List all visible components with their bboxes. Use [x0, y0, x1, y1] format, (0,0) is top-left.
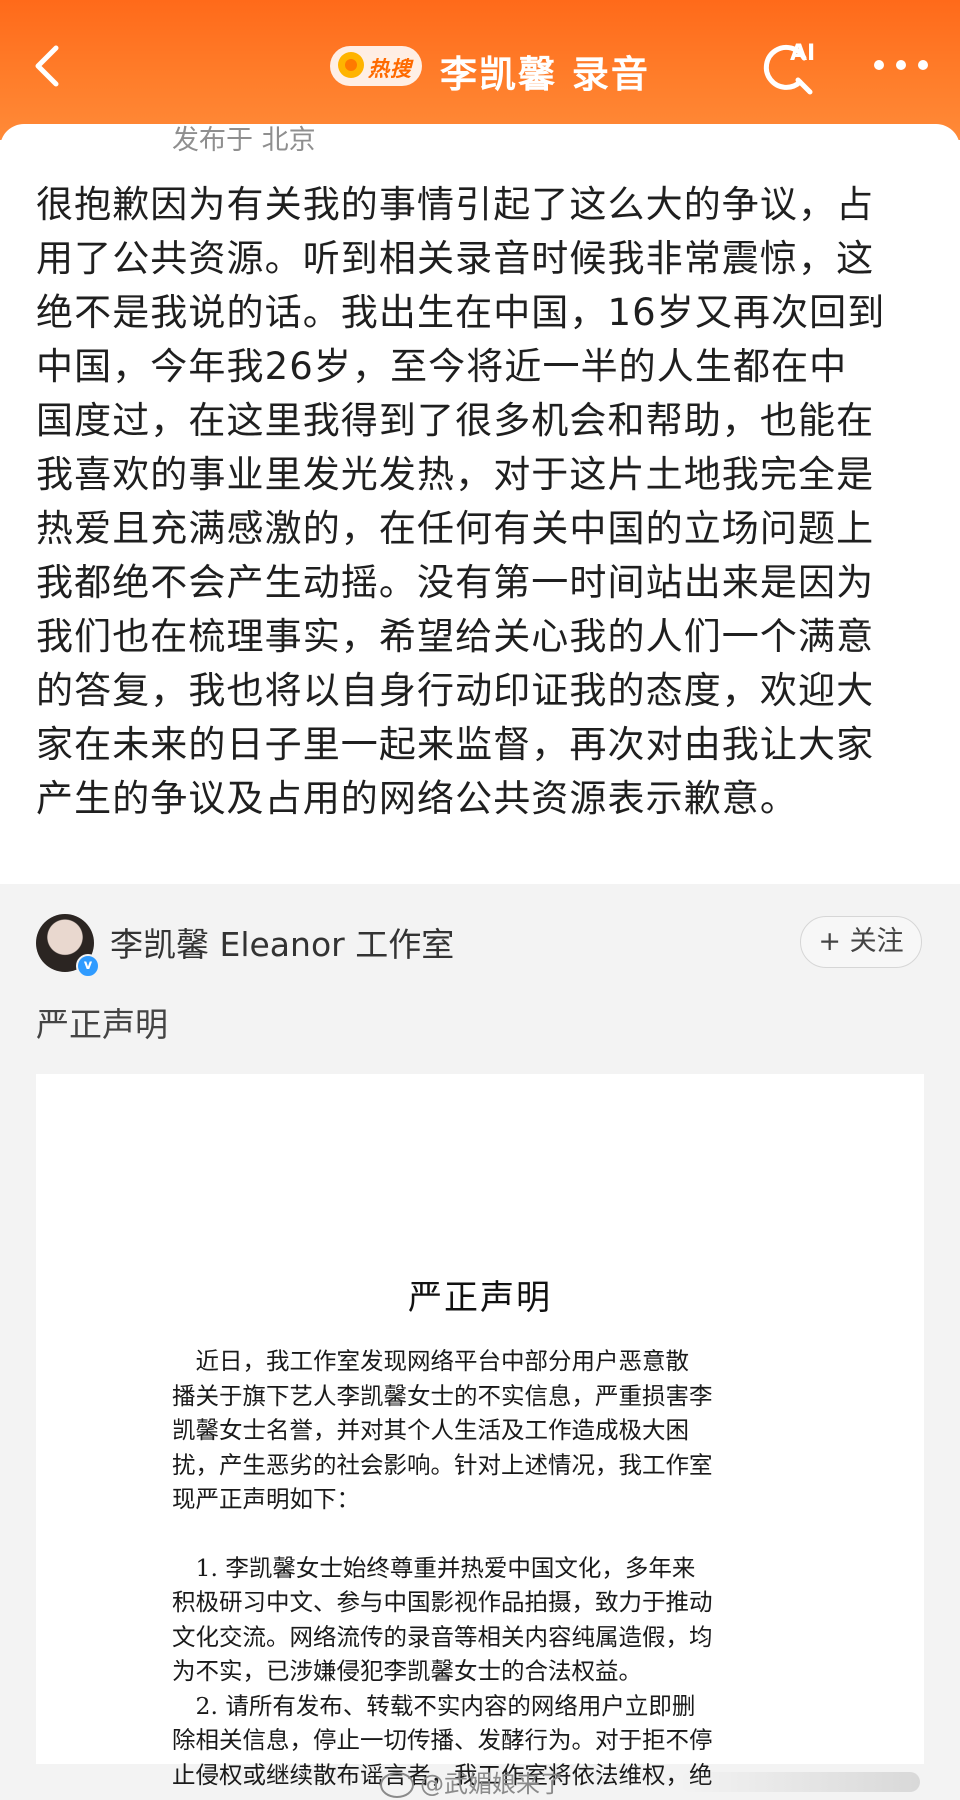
- post-line: 绝不是我说的话。我出生在中国，16岁又再次回到: [36, 291, 886, 334]
- top-navigation-bar: 热搜 李凯馨 录音 AI: [0, 0, 960, 140]
- post-line: 我们也在梳理事实，希望给关心我的人们一个满意: [36, 615, 875, 658]
- post-line: 中国，今年我26岁，至今将近一半的人生都在中: [36, 345, 848, 388]
- post-location: 发布于 北京: [172, 125, 316, 156]
- document-line: 播关于旗下艺人李凯馨女士的不实信息，严重损害李: [172, 1381, 713, 1410]
- document-heading: 严正声明: [408, 1278, 552, 1318]
- more-dot-icon: [918, 60, 928, 70]
- post-line: 家在未来的日子里一起来监督，再次对由我让大家: [36, 723, 875, 766]
- document-line: 为不实，已涉嫌侵犯李凯馨女士的合法权益。: [172, 1657, 642, 1685]
- document-line: 除相关信息，停止一切传播、发酵行为。对于拒不停: [172, 1726, 713, 1754]
- more-dot-icon: [896, 60, 906, 70]
- post-body: 很抱歉因为有关我的事情引起了这么大的争议，占 用了公共资源。听到相关录音时候我非…: [36, 178, 936, 826]
- statement-image[interactable]: 严正声明 近日，我工作室发现网络平台中部分用户恶意散 播关于旗下艺人李凯馨女士的…: [36, 1074, 924, 1789]
- document-line: 文化交流。网络流传的录音等相关内容纯属造假，均: [172, 1622, 713, 1651]
- post-line: 我都绝不会产生动摇。没有第一时间站出来是因为: [36, 561, 875, 604]
- hot-search-label: 热搜: [368, 57, 412, 81]
- post-line: 国度过，在这里我得到了很多机会和帮助，也能在: [36, 399, 875, 442]
- document-line: 近日，我工作室发现网络平台中部分用户恶意散: [172, 1347, 689, 1375]
- back-button[interactable]: [22, 38, 78, 94]
- verified-badge-icon: v: [76, 954, 100, 978]
- weibo-logo-icon: [380, 1772, 414, 1798]
- post-line: 很抱歉因为有关我的事情引起了这么大的争议，占: [36, 183, 875, 226]
- flame-icon: [338, 52, 364, 78]
- post-line: 我喜欢的事业里发光发热，对于这片土地我完全是: [36, 453, 875, 496]
- follow-button[interactable]: + 关注: [800, 916, 922, 968]
- document-line: 扰，产生恶劣的社会影响。针对上述情况，我工作室: [172, 1450, 713, 1479]
- post-line: 热爱且充满感激的，在任何有关中国的立场问题上: [36, 507, 875, 550]
- ai-label: AI: [790, 41, 815, 66]
- document-line: 积极研习中文、参与中国影视作品拍摄，致力于推动: [172, 1588, 713, 1616]
- blurred-overlay: [680, 1772, 920, 1792]
- document-line: [172, 1517, 832, 1551]
- document-line: 凯馨女士名誉，并对其个人生活及工作造成极大困: [172, 1416, 689, 1444]
- chevron-left-icon: [35, 45, 59, 87]
- post-line: 的答复，我也将以自身行动印证我的态度，欢迎大: [36, 669, 875, 712]
- repost-text: 严正声明: [36, 1005, 168, 1044]
- more-options-button[interactable]: [872, 56, 930, 76]
- repost-author-name[interactable]: 李凯馨 Eleanor 工作室: [110, 918, 454, 966]
- document-line: 1. 李凯馨女士始终尊重并热爱中国文化，多年来: [172, 1553, 696, 1582]
- document-line: 现严正声明如下：: [172, 1485, 360, 1513]
- post-line: 产生的争议及占用的网络公共资源表示歉意。: [36, 777, 798, 820]
- hot-search-badge[interactable]: 热搜: [330, 46, 422, 86]
- more-dot-icon: [874, 60, 884, 70]
- search-topic-title[interactable]: 李凯馨 录音: [440, 44, 650, 98]
- ai-search-button[interactable]: AI: [760, 38, 824, 98]
- document-line: 2. 请所有发布、转载不实内容的网络用户立即删: [172, 1691, 696, 1720]
- post-line: 用了公共资源。听到相关录音时候我非常震惊，这: [36, 237, 875, 280]
- ai-search-icon: AI: [763, 41, 815, 95]
- watermark: @武媚娘来了: [380, 1764, 564, 1799]
- watermark-text: @武媚娘来了: [420, 1770, 564, 1798]
- document-body: 近日，我工作室发现网络平台中部分用户恶意散 播关于旗下艺人李凯馨女士的不实信息，…: [172, 1344, 832, 1792]
